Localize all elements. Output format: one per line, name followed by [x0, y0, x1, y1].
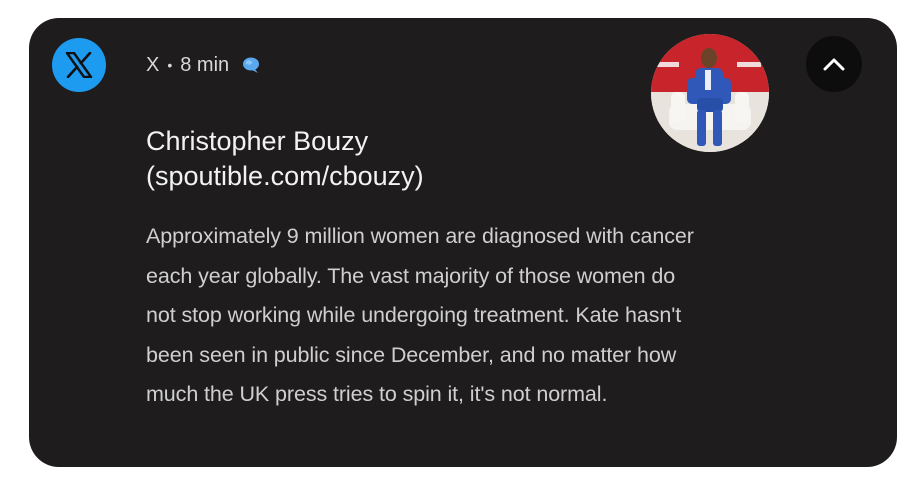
app-name: X — [146, 53, 160, 76]
x-app-icon — [52, 38, 106, 92]
timestamp: 8 min — [180, 53, 230, 76]
body-line: Approximately 9 million women are diagno… — [146, 224, 694, 248]
chat-bubble-icon — [241, 56, 261, 74]
separator-dot: • — [167, 57, 173, 73]
notification-body: Approximately 9 million women are diagno… — [146, 217, 866, 415]
body-line: each year globally. The vast majority of… — [146, 263, 676, 288]
notification-meta: X • 8 min — [146, 52, 261, 78]
body-line: not stop working while undergoing treatm… — [146, 303, 682, 327]
body-line: been seen in public since December, and … — [146, 342, 677, 367]
collapse-button[interactable] — [806, 36, 862, 92]
chevron-up-icon — [823, 58, 845, 71]
x-logo-icon — [65, 52, 93, 78]
body-line: much the UK press tries to spin it, it's… — [146, 382, 608, 406]
author-block: Christopher Bouzy (spoutible.com/cbouzy) — [146, 124, 616, 194]
author-name: Christopher Bouzy — [146, 126, 369, 156]
avatar — [651, 34, 769, 152]
profile-photo-avatar — [651, 34, 769, 152]
author-handle: (spoutible.com/cbouzy) — [146, 161, 424, 191]
